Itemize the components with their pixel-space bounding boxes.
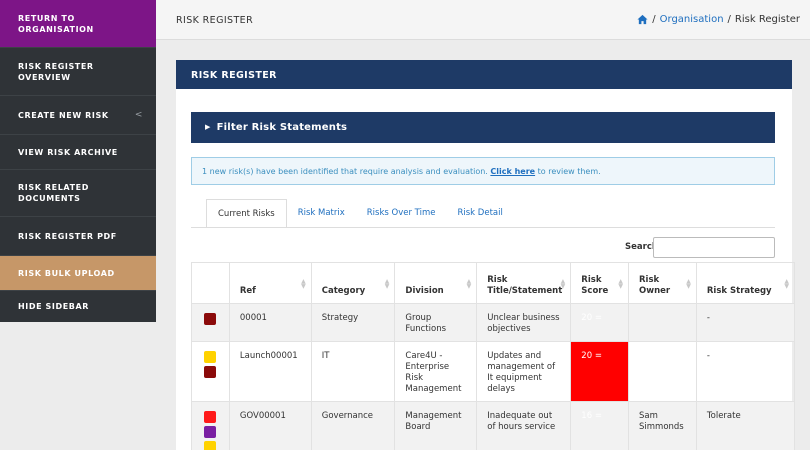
sidebar-item-create-new-risk[interactable]: CREATE NEW RISK < (0, 96, 156, 135)
category-cell: Strategy (310, 303, 396, 342)
risk-color-swatch (204, 351, 216, 363)
risk-strategy-cell: - (695, 303, 796, 342)
sort-icon: ▲ ▼ (618, 278, 623, 290)
risk-register-panel: RISK REGISTER ▶ Filter Risk Statements 1 … (176, 60, 796, 450)
ref-cell: 00001 (228, 303, 312, 342)
breadcrumb-separator: / (652, 14, 656, 25)
sidebar-item-hide-sidebar[interactable]: HIDE SIDEBAR (0, 291, 156, 322)
column-header-indicator[interactable] (191, 262, 230, 304)
division-cell: Management Board (394, 401, 478, 450)
sort-icon: ▲ ▼ (301, 278, 306, 290)
sidebar-item-label: RETURN TO ORGANISATION (18, 13, 94, 34)
sidebar-item-label: RISK BULK UPLOAD (18, 268, 115, 278)
sort-icon: ▲ ▼ (686, 278, 691, 290)
risk-indicator-cell (191, 303, 230, 342)
column-header-division[interactable]: Division ▲ ▼ (394, 262, 478, 304)
tab-current-risks[interactable]: Current Risks (206, 199, 287, 228)
chevron-left-icon: < (134, 109, 143, 120)
sidebar-item-risk-related-documents[interactable]: RISK RELATED DOCUMENTS (0, 170, 156, 217)
risk-owner-cell (628, 341, 697, 402)
division-cell: Care4U - Enterprise Risk Management (394, 341, 478, 402)
sidebar-item-view-risk-archive[interactable]: VIEW RISK ARCHIVE (0, 135, 156, 170)
tab-bar: Current Risks Risk Matrix Risks Over Tim… (206, 199, 514, 228)
risk-title-cell: Unclear business objectives (476, 303, 572, 342)
tab-risks-over-time[interactable]: Risks Over Time (356, 199, 447, 228)
risk-title-cell: Inadequate out of hours service (476, 401, 572, 450)
sidebar-item-risk-register-overview[interactable]: RISK REGISTER OVERVIEW (0, 48, 156, 96)
alert-text: 1 new risk(s) have been identified that … (202, 167, 491, 176)
sidebar-item-label: HIDE SIDEBAR (18, 302, 90, 311)
table-row[interactable]: Launch00001 IT Care4U - Enterprise Risk … (191, 341, 796, 402)
tab-risk-detail[interactable]: Risk Detail (446, 199, 513, 228)
sort-icon: ▲ ▼ (784, 278, 789, 290)
risk-table: Ref ▲ ▼ Category ▲ ▼ Division ▲ ▼ Risk Title/S… (191, 262, 796, 450)
alert-text-end: to review them. (535, 167, 601, 176)
sidebar-item-label: RISK REGISTER PDF (18, 231, 117, 241)
risk-owner-cell: Sam Simmonds (628, 401, 697, 450)
risk-color-swatch (204, 313, 216, 325)
column-header-risk-score[interactable]: Risk Score ▲ ▼ (570, 262, 629, 304)
breadcrumb-separator: / (727, 14, 731, 25)
table-row[interactable]: GOV00001 Governance Management Board Ina… (191, 401, 796, 450)
ref-cell: GOV00001 (228, 401, 312, 450)
risk-title-cell: Updates and management of It equipment d… (476, 341, 572, 402)
column-header-risk-owner[interactable]: Risk Owner ▲ ▼ (628, 262, 697, 304)
risk-color-swatch (204, 366, 216, 378)
breadcrumb: / Organisation / Risk Register (637, 14, 800, 25)
breadcrumb-organisation-link[interactable]: Organisation (660, 14, 724, 25)
sidebar-item-label: RISK REGISTER OVERVIEW (18, 61, 94, 82)
tab-risk-matrix[interactable]: Risk Matrix (287, 199, 356, 228)
sidebar-item-label: RISK RELATED DOCUMENTS (18, 183, 89, 203)
sort-icon: ▲ ▼ (466, 278, 472, 290)
sort-icon: ▲ ▼ (560, 278, 566, 290)
search-input[interactable] (653, 237, 775, 258)
page-title: RISK REGISTER (176, 15, 254, 26)
division-cell: Group Functions (394, 303, 478, 342)
alert-click-here-link[interactable]: Click here (490, 167, 535, 176)
category-cell: IT (310, 341, 396, 402)
sidebar: RETURN TO ORGANISATION RISK REGISTER OVE… (0, 0, 156, 322)
risk-strategy-cell: - (695, 341, 796, 402)
tabs-divider (191, 227, 775, 228)
sidebar-item-label: CREATE NEW RISK (18, 110, 109, 120)
risk-score-cell: 20 = (570, 303, 629, 342)
sort-icon: ▲ ▼ (384, 278, 390, 290)
column-header-category[interactable]: Category ▲ ▼ (310, 262, 396, 304)
risk-indicator-cell (191, 401, 230, 450)
table-header-row: Ref ▲ ▼ Category ▲ ▼ Division ▲ ▼ Risk Title/S… (191, 262, 796, 304)
table-row[interactable]: 00001 Strategy Group Functions Unclear b… (191, 303, 796, 342)
risk-color-swatch (204, 411, 216, 423)
column-header-risk-title[interactable]: Risk Title/Statement ▲ ▼ (476, 262, 572, 304)
risk-owner-cell (628, 303, 697, 342)
risk-score-cell: 20 = (570, 341, 629, 402)
caret-right-icon: ▶ (205, 123, 211, 131)
risk-indicator-cell (191, 341, 230, 402)
sidebar-item-risk-bulk-upload[interactable]: RISK BULK UPLOAD (0, 256, 156, 291)
sidebar-item-risk-register-pdf[interactable]: RISK REGISTER PDF (0, 217, 156, 256)
breadcrumb-current: Risk Register (734, 14, 800, 25)
column-header-risk-strategy[interactable]: Risk Strategy ▲ ▼ (695, 262, 796, 304)
column-header-ref[interactable]: Ref ▲ ▼ (228, 262, 312, 304)
top-header: RISK REGISTER / Organisation / Risk Regi… (156, 0, 810, 40)
risk-strategy-cell: Tolerate (695, 401, 796, 450)
panel-title: RISK REGISTER (176, 60, 792, 89)
filter-label: Filter Risk Statements (216, 122, 348, 133)
sidebar-item-label: VIEW RISK ARCHIVE (18, 147, 118, 157)
new-risk-alert: 1 new risk(s) have been identified that … (191, 157, 775, 185)
filter-risk-statements-toggle[interactable]: ▶ Filter Risk Statements (191, 112, 775, 143)
risk-color-swatch (204, 441, 216, 450)
risk-score-cell: 16 = (570, 401, 629, 450)
category-cell: Governance (310, 401, 396, 450)
risk-color-swatch (204, 426, 216, 438)
home-icon[interactable] (637, 14, 648, 25)
ref-cell: Launch00001 (228, 341, 312, 402)
sidebar-item-return-to-organisation[interactable]: RETURN TO ORGANISATION (0, 0, 156, 48)
